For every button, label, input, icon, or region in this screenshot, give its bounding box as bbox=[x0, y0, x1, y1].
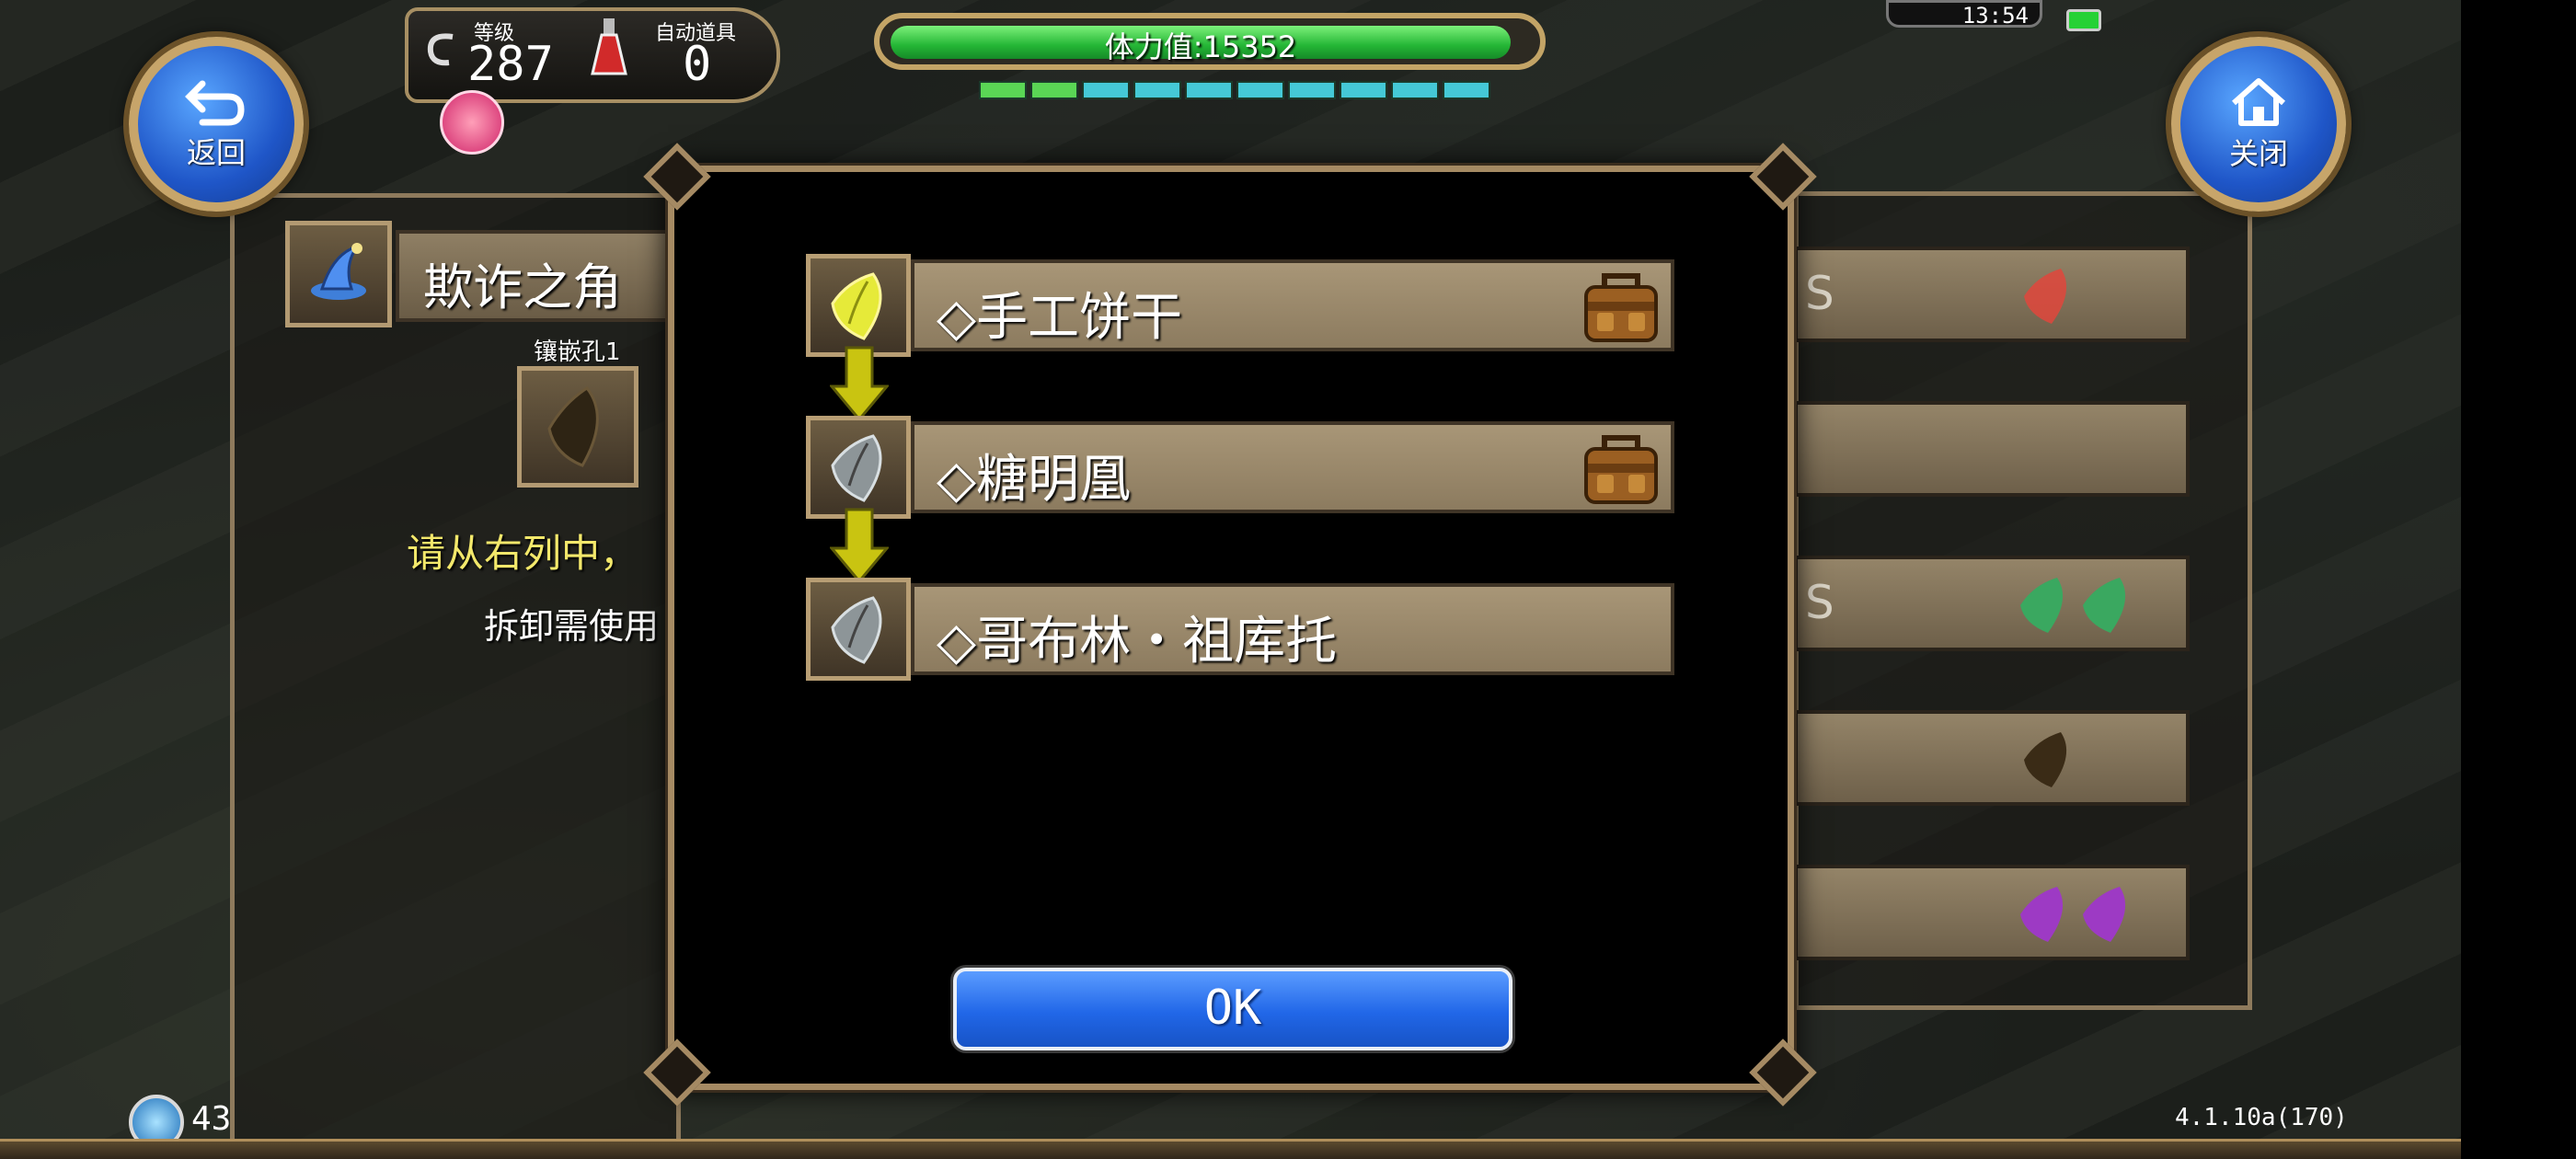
auto-item-value: 0 bbox=[683, 37, 712, 92]
red-gem-icon bbox=[2024, 269, 2067, 324]
green-gem-icon bbox=[2083, 578, 2126, 633]
stamina-text: 体力值:15352 bbox=[1104, 29, 1297, 64]
item-icon-box bbox=[806, 254, 911, 357]
back-label: 返回 bbox=[186, 135, 246, 170]
card-row[interactable] bbox=[1794, 710, 2190, 806]
pip bbox=[979, 81, 1027, 99]
pip bbox=[1236, 81, 1284, 99]
back-button[interactable]: 返回 bbox=[129, 37, 304, 212]
back-arrow-icon bbox=[185, 80, 245, 126]
down-arrow-icon bbox=[830, 508, 889, 583]
card-row[interactable]: S bbox=[1794, 556, 2190, 651]
list-item[interactable]: ◇哥布林・祖库托 bbox=[806, 578, 1680, 681]
list-item[interactable]: ◇糖明凰 bbox=[806, 416, 1680, 519]
close-button[interactable]: 关闭 bbox=[2171, 37, 2346, 212]
purple-gem-icon bbox=[2020, 887, 2064, 942]
instruction-text: 请从右列中， bbox=[407, 531, 639, 576]
pip bbox=[1133, 81, 1181, 99]
pip bbox=[1443, 81, 1490, 99]
game-scene: 欺诈之角 镶嵌孔1 请从右列中， 拆卸需使用 S S 返回 关闭 等级 287 … bbox=[0, 0, 2461, 1159]
card-row[interactable] bbox=[1794, 865, 2190, 960]
hat-icon bbox=[311, 243, 366, 300]
bag-icon bbox=[1584, 435, 1658, 504]
remove-cost-text: 拆卸需使用 bbox=[484, 606, 660, 647]
card-icon bbox=[547, 385, 599, 467]
purple-gem-icon bbox=[2083, 887, 2126, 942]
item-name: ◇糖明凰 bbox=[937, 450, 1132, 510]
item-name: ◇手工饼干 bbox=[937, 288, 1183, 348]
green-gem-icon bbox=[2020, 578, 2064, 633]
down-arrow-icon bbox=[830, 346, 889, 421]
bag-icon bbox=[1584, 273, 1658, 342]
row-text: S bbox=[1805, 267, 1834, 320]
pip bbox=[1185, 81, 1233, 99]
item-icon-box bbox=[806, 578, 911, 681]
card-row[interactable]: S bbox=[1794, 247, 2190, 342]
bottom-rail bbox=[0, 1139, 2461, 1159]
level-value: 287 bbox=[467, 37, 554, 92]
item-name: ◇哥布林・祖库托 bbox=[937, 612, 1338, 671]
list-item[interactable]: ◇手工饼干 bbox=[806, 254, 1680, 357]
row-text: S bbox=[1805, 576, 1834, 629]
brown-card-icon bbox=[2024, 732, 2067, 787]
slot-label: 镶嵌孔1 bbox=[534, 339, 621, 366]
stamina-pips bbox=[979, 81, 1490, 99]
clock: 13:54 bbox=[1886, 0, 2042, 29]
battery-icon bbox=[2066, 9, 2101, 31]
close-label: 关闭 bbox=[2228, 136, 2288, 171]
hat-icon-box bbox=[285, 221, 392, 327]
swirl-icon bbox=[427, 33, 454, 66]
gray-gem-icon bbox=[831, 596, 882, 664]
potion-icon bbox=[591, 18, 627, 75]
item-icon-box bbox=[806, 416, 911, 519]
yellow-gem-icon bbox=[831, 272, 882, 340]
ok-button[interactable]: OK bbox=[953, 968, 1512, 1050]
home-icon bbox=[2232, 78, 2285, 126]
gray-gem-icon bbox=[831, 434, 882, 502]
pip bbox=[1340, 81, 1387, 99]
footer-count: 43 bbox=[191, 1100, 232, 1138]
pip bbox=[1391, 81, 1439, 99]
version-text: 4.1.10a(170) bbox=[2175, 1104, 2348, 1131]
pip bbox=[1030, 81, 1078, 99]
gift-icon[interactable] bbox=[440, 90, 504, 155]
socket-slot-1[interactable] bbox=[517, 366, 638, 488]
pip bbox=[1082, 81, 1130, 99]
pip bbox=[1288, 81, 1336, 99]
equipment-title: 欺诈之角 bbox=[423, 258, 622, 316]
card-row[interactable] bbox=[1794, 401, 2190, 497]
clock-text: 13:54 bbox=[1961, 3, 2029, 29]
